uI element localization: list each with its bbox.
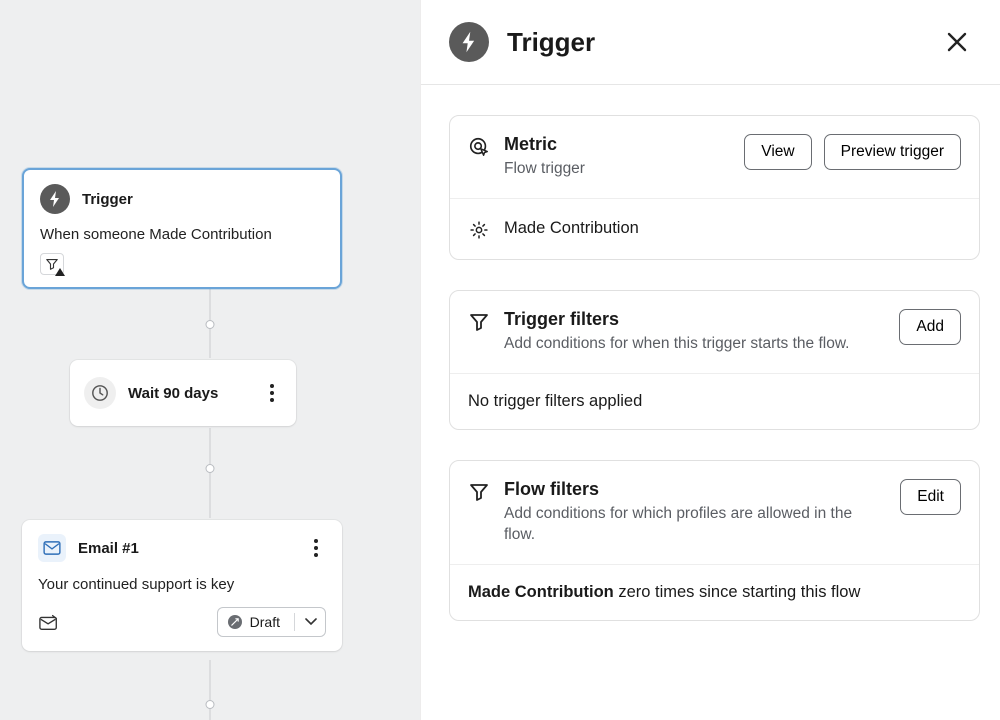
email-node[interactable]: Email #1 Your continued support is key D…	[22, 520, 342, 651]
trigger-filters-empty: No trigger filters applied	[450, 373, 979, 429]
trigger-node[interactable]: Trigger When someone Made Contribution	[22, 168, 342, 289]
panel-title: Trigger	[507, 27, 942, 58]
status-label: Draft	[250, 614, 280, 630]
email-node-subject: Your continued support is key	[38, 576, 326, 593]
node-add-dot[interactable]	[206, 700, 215, 709]
clock-icon	[84, 377, 116, 409]
gear-icon	[468, 219, 490, 241]
flow-filters-subtitle: Add conditions for which profiles are al…	[504, 504, 886, 546]
metric-section: Metric Flow trigger View Preview trigger…	[449, 115, 980, 260]
connector-line	[210, 428, 211, 518]
panel-header: Trigger	[421, 0, 1000, 85]
edit-flow-filter-button[interactable]: Edit	[900, 479, 961, 515]
trigger-filters-title: Trigger filters	[504, 309, 885, 330]
flow-filters-title: Flow filters	[504, 479, 886, 500]
close-button[interactable]	[942, 27, 972, 57]
filter-icon	[468, 481, 490, 503]
trigger-filters-section: Trigger filters Add conditions for when …	[449, 290, 980, 430]
wait-node-label: Wait 90 days	[128, 385, 250, 402]
mail-open-icon[interactable]	[38, 613, 60, 631]
preview-trigger-button[interactable]: Preview trigger	[824, 134, 961, 170]
flow-filter-condition-metric: Made Contribution	[468, 583, 614, 601]
kebab-menu[interactable]	[262, 384, 282, 402]
target-click-icon	[468, 136, 490, 158]
wait-node[interactable]: Wait 90 days	[70, 360, 296, 426]
mail-icon	[38, 534, 66, 562]
connector-line	[210, 660, 211, 720]
node-add-dot[interactable]	[206, 464, 215, 473]
filter-icon[interactable]	[40, 253, 64, 275]
flow-filters-section: Flow filters Add conditions for which pr…	[449, 460, 980, 621]
flow-filter-condition-text: zero times since starting this flow	[614, 583, 861, 601]
add-trigger-filter-button[interactable]: Add	[899, 309, 961, 345]
flow-filter-condition: Made Contribution zero times since start…	[450, 564, 979, 620]
trigger-node-description: When someone Made Contribution	[40, 226, 324, 243]
email-node-title: Email #1	[78, 540, 294, 557]
trigger-filters-subtitle: Add conditions for when this trigger sta…	[504, 334, 885, 355]
trigger-node-title: Trigger	[82, 191, 133, 208]
kebab-menu[interactable]	[306, 539, 326, 557]
side-panel: Trigger Metric Flow trigger	[420, 0, 1000, 720]
filter-icon	[468, 311, 490, 333]
flow-canvas[interactable]: Trigger When someone Made Contribution W…	[0, 0, 420, 720]
divider	[294, 613, 295, 631]
draft-status-icon	[228, 615, 242, 629]
node-add-dot[interactable]	[206, 320, 215, 329]
chevron-down-icon	[305, 618, 317, 626]
lightning-icon	[449, 22, 489, 62]
metric-title: Metric	[504, 134, 730, 155]
metric-subtitle: Flow trigger	[504, 159, 730, 180]
panel-body: Metric Flow trigger View Preview trigger…	[421, 85, 1000, 641]
status-dropdown[interactable]: Draft	[217, 607, 326, 637]
metric-name: Made Contribution	[504, 219, 639, 238]
view-button[interactable]: View	[744, 134, 811, 170]
lightning-icon	[40, 184, 70, 214]
